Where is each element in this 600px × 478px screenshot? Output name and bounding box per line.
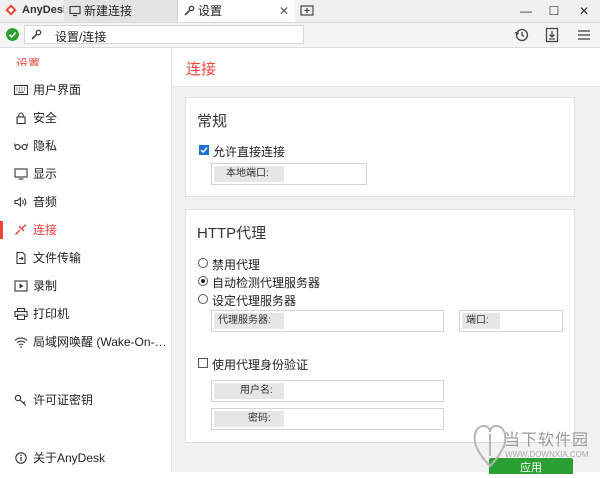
menu-icon[interactable] — [576, 27, 592, 43]
username-field[interactable]: 用户名: — [211, 380, 444, 402]
close-tab-icon[interactable]: ✕ — [279, 0, 289, 22]
close-window-button[interactable]: ✕ — [570, 0, 598, 22]
tab-new-connection[interactable]: 新建连接 — [64, 0, 178, 22]
sidebar-item-wake-on-lan[interactable]: 局域网唤醒 (Wake-On-LAN) — [0, 330, 170, 354]
page-title: 连接 — [186, 61, 217, 78]
keyboard-icon — [14, 84, 28, 96]
maximize-button[interactable]: ☐ — [540, 0, 568, 22]
watermark-url: WWW.DOWNXIA.COM — [505, 450, 589, 459]
auto-detect-proxy-radio[interactable] — [198, 276, 208, 286]
title-bar: AnyDesk 新建连接 设置 ✕ — ☐ ✕ — [0, 0, 600, 23]
wrench-icon — [31, 29, 42, 40]
sidebar-item-connection[interactable]: 连接 — [0, 218, 170, 242]
download-icon[interactable] — [544, 27, 560, 43]
wifi-icon — [14, 337, 28, 348]
file-icon — [16, 252, 26, 264]
proxy-server-label: 代理服务器: — [214, 313, 284, 329]
sidebar-item-privacy[interactable]: 隐私 — [0, 134, 170, 158]
general-section: 常规 允许直接连接 本地端口: — [185, 97, 575, 197]
anydesk-logo-icon — [5, 4, 17, 16]
sidebar-heading: 设置 — [16, 58, 41, 66]
sidebar-item-label: 音频 — [33, 195, 58, 209]
tab-label: 设置 — [198, 4, 223, 18]
sidebar-item-label: 连接 — [33, 223, 58, 237]
local-port-field[interactable]: 本地端口: — [211, 163, 367, 185]
record-icon — [14, 280, 28, 292]
sidebar-item-recording[interactable]: 录制 — [0, 274, 170, 298]
minimize-button[interactable]: — — [512, 0, 540, 22]
proxy-auth-label: 使用代理身份验证 — [212, 358, 309, 372]
tab-label: 新建连接 — [84, 4, 133, 18]
set-proxy-radio[interactable] — [198, 294, 208, 304]
sidebar-item-security[interactable]: 安全 — [0, 106, 170, 130]
sidebar-item-label: 文件传输 — [33, 251, 82, 265]
monitor-icon — [14, 168, 28, 180]
sidebar-item-label: 隐私 — [33, 139, 58, 153]
address-value: 设置/连接 — [55, 30, 107, 44]
sidebar-item-label: 局域网唤醒 (Wake-On-LAN) — [33, 335, 167, 349]
sidebar-item-label: 用户界面 — [33, 83, 82, 97]
sidebar-item-file-transfer[interactable]: 文件传输 — [0, 246, 170, 270]
username-label: 用户名: — [214, 383, 284, 399]
content-header: 连接 — [172, 48, 600, 87]
status-ok-icon — [6, 28, 19, 41]
monitor-icon — [69, 5, 81, 17]
tab-settings[interactable]: 设置 ✕ — [178, 0, 295, 22]
disable-proxy-radio[interactable] — [198, 258, 208, 268]
watermark-text: 当下软件园 — [504, 432, 590, 449]
sidebar-item-license-key[interactable]: 许可证密钥 — [0, 388, 170, 412]
speaker-icon — [14, 196, 27, 208]
key-icon — [14, 394, 27, 406]
local-port-label: 本地端口: — [214, 166, 284, 182]
sidebar-item-label: 安全 — [33, 111, 58, 125]
password-field[interactable]: 密码: — [211, 408, 444, 430]
allow-direct-checkbox[interactable] — [199, 145, 209, 155]
history-icon[interactable] — [514, 27, 530, 43]
sidebar-item-user-interface[interactable]: 用户界面 — [0, 78, 170, 102]
sidebar-item-label: 打印机 — [33, 307, 70, 321]
sidebar-item-printer[interactable]: 打印机 — [0, 302, 170, 326]
proxy-auth-checkbox[interactable] — [198, 358, 208, 368]
sidebar-item-label: 录制 — [33, 279, 58, 293]
password-label: 密码: — [214, 411, 284, 427]
set-proxy-label: 设定代理服务器 — [212, 294, 297, 308]
address-bar: 设置/连接 — [0, 23, 600, 48]
settings-content: 连接 常规 允许直接连接 本地端口: HTTP代理 禁用代理 自动检测代理服务器… — [172, 48, 600, 474]
info-icon — [15, 452, 27, 464]
section-title: 常规 — [197, 113, 228, 130]
lock-icon — [16, 112, 26, 124]
disable-proxy-label: 禁用代理 — [212, 258, 261, 272]
proxy-server-field[interactable]: 代理服务器: — [211, 310, 444, 332]
proxy-port-label: 端口: — [462, 313, 500, 329]
printer-icon — [14, 308, 28, 320]
sidebar-item-audio[interactable]: 音频 — [0, 190, 170, 214]
check-icon — [200, 147, 208, 154]
proxy-port-field[interactable]: 端口: — [459, 310, 563, 332]
connection-icon — [15, 224, 27, 235]
sidebar-item-about[interactable]: 关于AnyDesk — [0, 446, 170, 470]
settings-sidebar: 设置 用户界面 安全 隐私 显示 音频 连接 文件传输 录制 打印机 局域网唤醒… — [0, 48, 172, 472]
sidebar-item-display[interactable]: 显示 — [0, 162, 170, 186]
http-proxy-section: HTTP代理 禁用代理 自动检测代理服务器 设定代理服务器 代理服务器: 端口:… — [185, 209, 575, 443]
wrench-icon — [184, 5, 195, 16]
sidebar-item-label: 许可证密钥 — [33, 393, 94, 407]
sidebar-item-label: 显示 — [33, 167, 58, 181]
new-tab-icon[interactable] — [300, 4, 314, 18]
address-input[interactable]: 设置/连接 — [24, 25, 304, 44]
allow-direct-label: 允许直接连接 — [213, 145, 286, 159]
glasses-icon — [14, 143, 28, 150]
auto-detect-proxy-label: 自动检测代理服务器 — [212, 276, 321, 290]
app-name: AnyDesk — [22, 4, 70, 16]
section-title: HTTP代理 — [197, 225, 267, 242]
sidebar-item-label: 关于AnyDesk — [33, 451, 106, 465]
